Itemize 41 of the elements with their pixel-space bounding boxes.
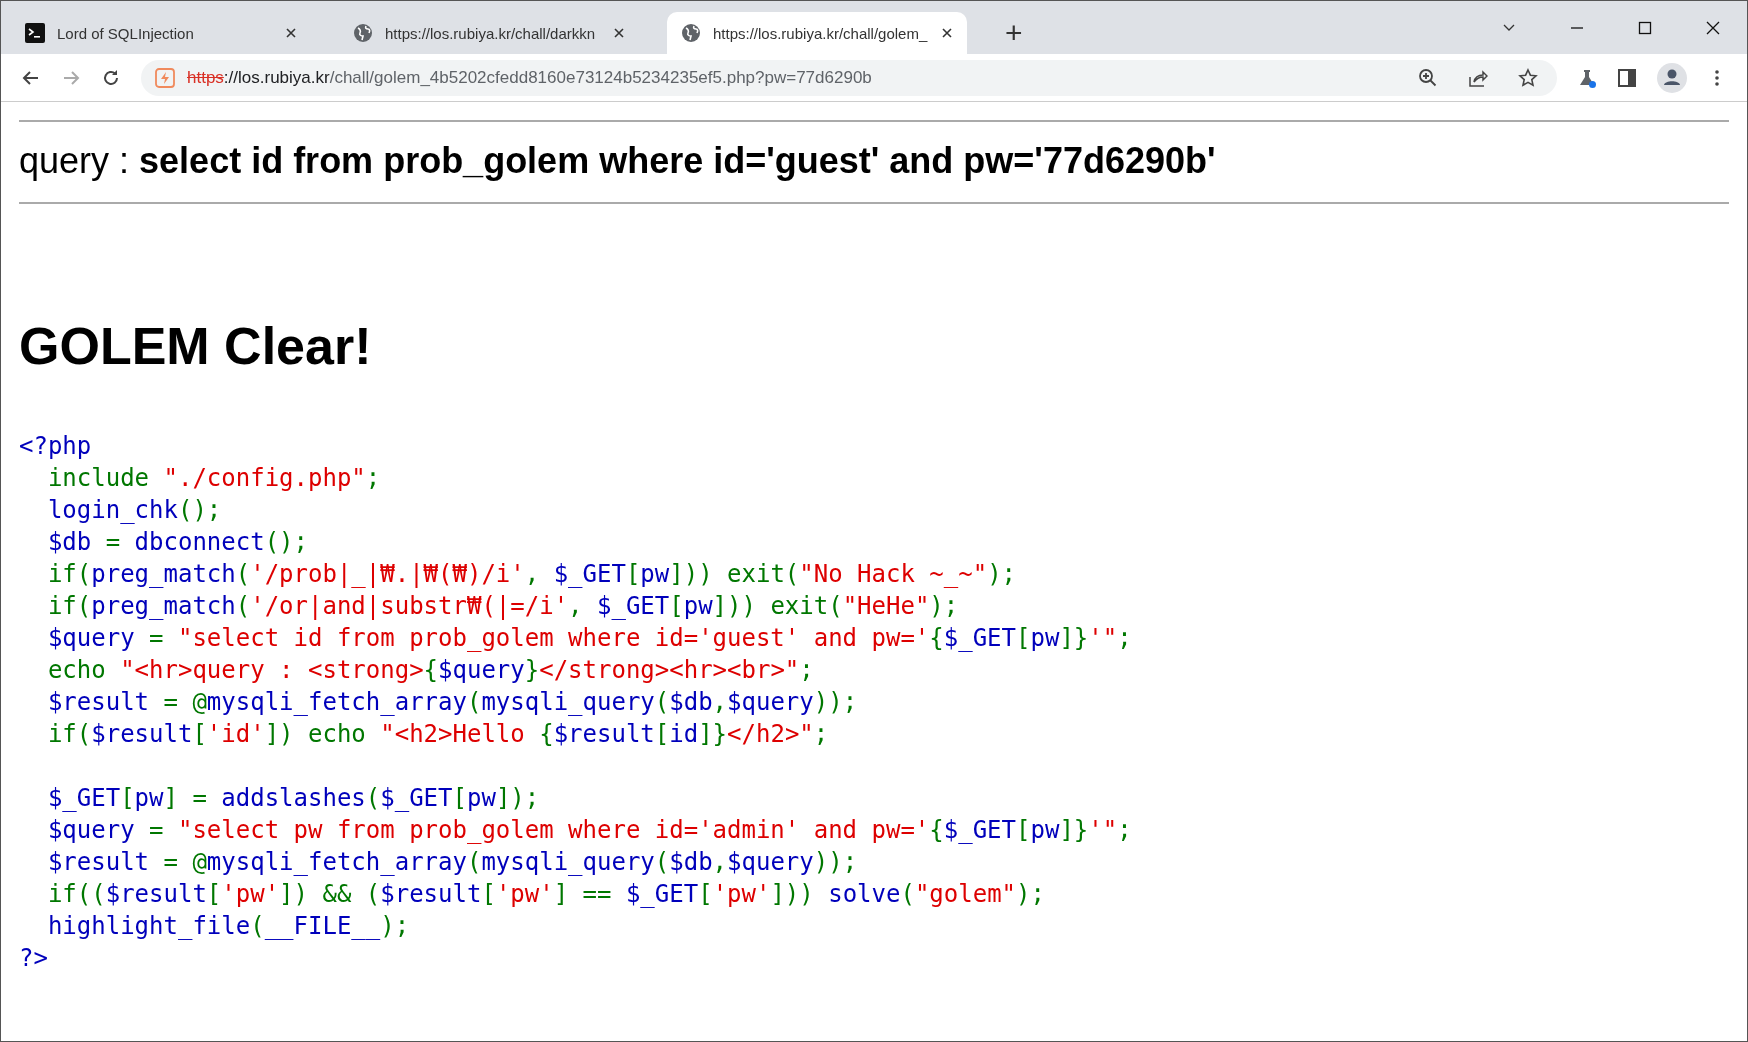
- maximize-icon[interactable]: [1637, 19, 1653, 36]
- flask-icon[interactable]: [1577, 67, 1597, 88]
- clear-heading: GOLEM Clear!: [19, 316, 373, 376]
- browser-tab[interactable]: https://los.rubiya.kr/chall/darkkn: [339, 12, 639, 54]
- close-icon[interactable]: [941, 27, 953, 39]
- code-line: login_chk();: [46, 495, 222, 526]
- globe-icon: [681, 23, 701, 43]
- code-line: $_GET[pw] = addslashes($_GET[pw]);: [46, 783, 540, 814]
- code-line: if(preg_match('/or|and|substr₩(|=/i', $_GET[pw])) exit("HeHe");: [46, 591, 959, 622]
- code-line: $result = @mysqli_fetch_array(mysqli_query($db,$query));: [46, 687, 858, 718]
- code-line: echo "<hr>query : <strong>{$query}</strong><hr><br>";: [46, 655, 814, 686]
- lightning-icon: [155, 67, 175, 88]
- star-icon[interactable]: [1518, 67, 1538, 88]
- browser-tab[interactable]: https://los.rubiya.kr/chall/golem_: [667, 12, 967, 54]
- query-text: query : select id from prob_golem where id='guest' and pw='77d6290b': [19, 140, 1217, 182]
- terminal-icon: [25, 23, 45, 43]
- code-line: highlight_file(__FILE__);: [46, 911, 410, 942]
- tab-title: https://los.rubiya.kr/chall/darkkn: [385, 24, 597, 42]
- close-icon[interactable]: [613, 27, 625, 39]
- code-line: $result = @mysqli_fetch_array(mysqli_query($db,$query));: [46, 847, 858, 878]
- code-line: if(preg_match('/prob|_|₩.|₩(₩)/i', $_GET[pw])) exit("No Hack ~_~");: [46, 559, 1017, 590]
- globe-icon: [353, 23, 373, 43]
- code-line: include "./config.php";: [46, 463, 381, 494]
- share-icon[interactable]: [1468, 67, 1488, 88]
- tab-title: Lord of SQLInjection: [57, 24, 195, 42]
- code-line: <?php: [19, 431, 92, 462]
- address-bar[interactable]: https://los.rubiya.kr/chall/golem_4b5202cfedd8160e73124b5234235ef5.php?pw=77d6290b: [141, 59, 1557, 96]
- close-icon[interactable]: [285, 27, 297, 39]
- new-tab-button[interactable]: +: [995, 12, 1033, 54]
- avatar-icon[interactable]: [1657, 62, 1687, 93]
- code-line: if(($result['pw']) && ($result['pw'] == $_GET['pw'])) solve("golem");: [46, 879, 1045, 910]
- code-line: if($result['id']) echo "<h2>Hello {$result[id]}</h2>";: [46, 719, 829, 750]
- zoom-in-icon[interactable]: [1418, 67, 1438, 88]
- code-line: $query = "select pw from prob_golem where id='admin' and pw='{$_GET[pw]}'";: [46, 815, 1132, 846]
- code-line: $db = dbconnect();: [46, 527, 308, 558]
- tab-title: https://los.rubiya.kr/chall/golem_: [713, 24, 929, 42]
- code-line: $query = "select id from prob_golem where id='guest' and pw='{$_GET[pw]}'";: [46, 623, 1132, 654]
- code-line: ?>: [19, 943, 48, 974]
- close-icon[interactable]: [1705, 19, 1721, 36]
- side-panel-icon[interactable]: [1617, 67, 1637, 88]
- browser-tab[interactable]: Lord of SQLInjection: [11, 12, 311, 54]
